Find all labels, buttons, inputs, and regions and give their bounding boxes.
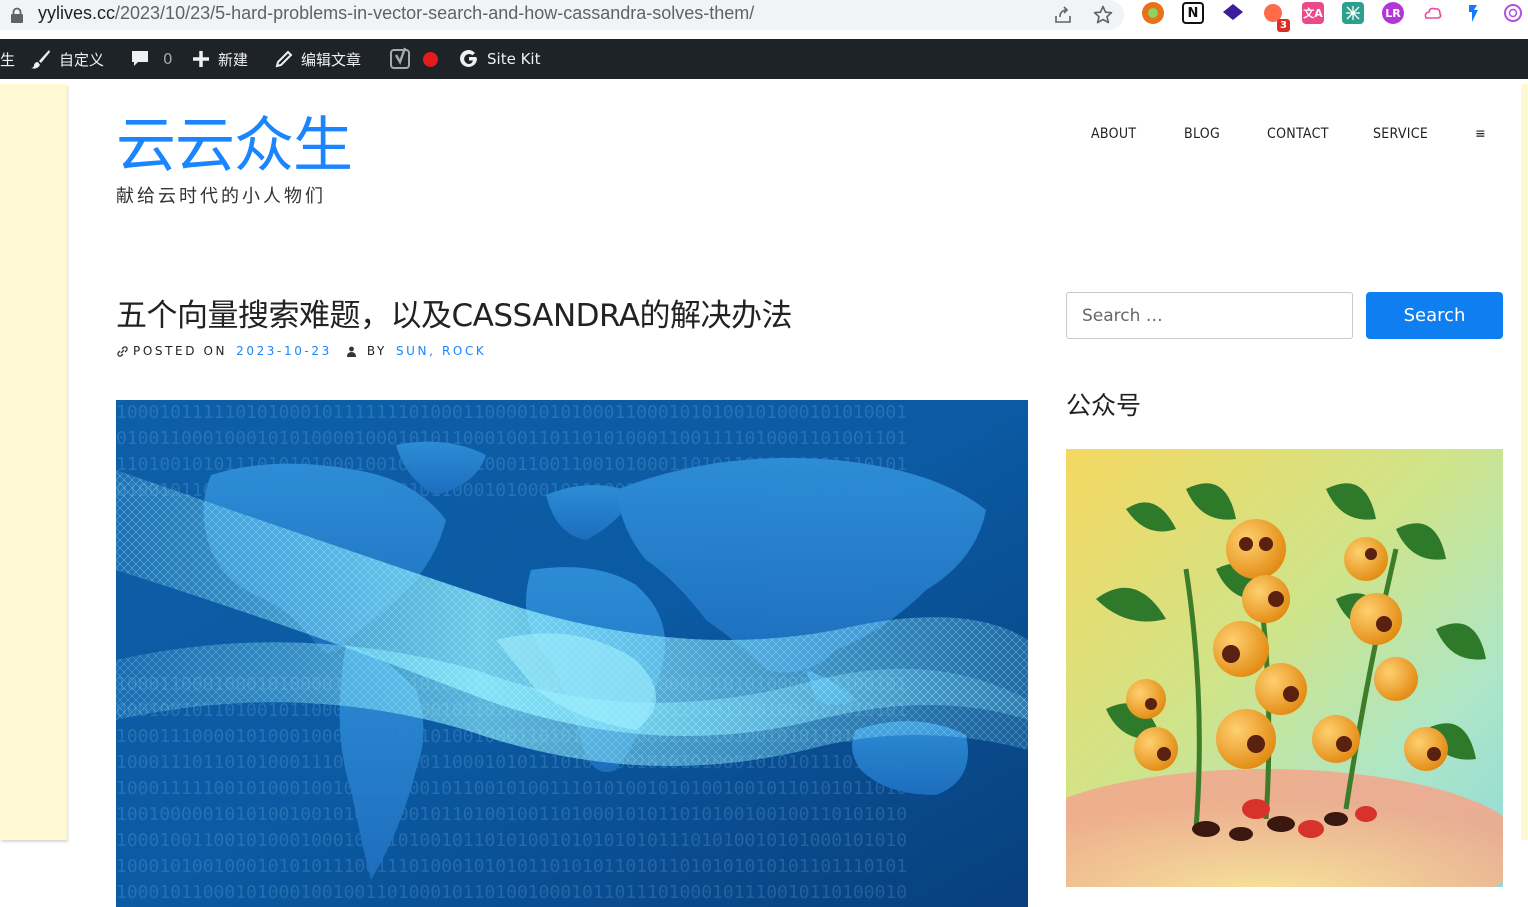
- notion-icon[interactable]: N: [1182, 2, 1204, 24]
- wp-admin-bar: 生 自定义 0 新建 编辑文章 Site Kit: [0, 39, 1528, 79]
- by-label: BY: [366, 344, 387, 358]
- widget-title: 公众号: [1066, 391, 1142, 420]
- admin-comments-button[interactable]: 0: [130, 39, 173, 79]
- extension-badge: 3: [1277, 19, 1290, 32]
- admin-yoast-button[interactable]: [390, 39, 438, 79]
- url-text[interactable]: yylives.cc/2023/10/23/5-hard-problems-in…: [38, 3, 754, 24]
- admin-new-button[interactable]: 新建: [191, 39, 248, 79]
- comment-bubble-icon: [132, 51, 148, 66]
- post-meta: POSTED ON 2023-10-23 BY SUN, ROCK: [116, 344, 486, 358]
- browser-toolbar: yylives.cc/2023/10/23/5-hard-problems-in…: [0, 0, 1528, 39]
- openai-extension-icon[interactable]: [1502, 2, 1524, 24]
- cloud-extension-icon[interactable]: [1422, 2, 1444, 24]
- right-side-panel: [1521, 84, 1528, 840]
- plus-icon: [193, 51, 209, 67]
- post-title: 五个向量搜索难题，以及CASSANDRA的解决办法: [116, 298, 793, 334]
- svg-text:100011101101010001110001100101: 1000111011010100011100011001011000101011…: [116, 752, 907, 773]
- svg-text:100011111001010001001001101001: 1000111110010100010010011010010110010100…: [116, 778, 907, 799]
- nav-item-about[interactable]: ABOUT: [1091, 126, 1136, 142]
- left-side-panel: [0, 84, 67, 840]
- admin-sitekit-label: Site Kit: [487, 50, 541, 68]
- admin-customize-label: 自定义: [59, 50, 105, 69]
- lr-extension-icon[interactable]: LR: [1382, 2, 1404, 24]
- url-host: yylives.cc: [38, 3, 116, 23]
- posted-on-label: POSTED ON: [133, 344, 228, 358]
- admin-new-label: 新建: [218, 50, 249, 69]
- google-g-icon: [460, 49, 477, 67]
- search-input[interactable]: [1066, 292, 1353, 339]
- admin-sitekit-button[interactable]: Site Kit: [458, 39, 540, 79]
- layers-extension-icon[interactable]: [1222, 2, 1244, 24]
- svg-text:100010011001010001000101010100: 1000100110010100010001010101001011010100…: [116, 830, 907, 851]
- pencil-icon: [275, 50, 293, 68]
- post-featured-image: 1000101111101010001011111110100011000010…: [116, 400, 1028, 907]
- nav-item-blog[interactable]: BLOG: [1184, 126, 1220, 142]
- flag-extension-icon[interactable]: [1462, 2, 1484, 24]
- site-title[interactable]: 云云众生: [116, 106, 353, 186]
- lock-icon: [11, 7, 23, 23]
- site-tagline: 献给云时代的小人物们: [116, 186, 326, 207]
- extension-circle-icon[interactable]: [1142, 2, 1164, 24]
- nav-item-service[interactable]: SERVICE: [1373, 126, 1428, 142]
- admin-edit-post-button[interactable]: 编辑文章: [274, 39, 361, 79]
- share-icon[interactable]: [1052, 4, 1074, 26]
- grid-extension-icon[interactable]: [1342, 2, 1364, 24]
- url-path: /2023/10/23/5-hard-problems-in-vector-se…: [115, 3, 755, 23]
- bookmark-star-icon[interactable]: [1092, 4, 1114, 26]
- flower-extension-icon[interactable]: 3: [1262, 2, 1290, 32]
- menu-toggle-icon[interactable]: ≡: [1475, 126, 1486, 142]
- svg-text:010011000100010101000010001010: 0100110001000101010000100010101100010011…: [116, 428, 907, 449]
- svg-text:100010110001010001001001101000: 1000101100010100010010011010001011010010…: [116, 882, 907, 903]
- admin-edit-post-label: 编辑文章: [301, 50, 362, 69]
- yoast-icon: [390, 47, 410, 69]
- link-icon: [117, 345, 128, 357]
- paintbrush-icon: [31, 50, 50, 69]
- admin-site-name[interactable]: 生: [0, 39, 15, 79]
- translate-icon[interactable]: 文A: [1302, 2, 1324, 24]
- svg-text:100010100100010101011100111010: 1000101001000101010111001110100010101011…: [116, 856, 907, 877]
- nav-item-contact[interactable]: CONTACT: [1267, 126, 1329, 142]
- wechat-qr-illustration: [1066, 449, 1503, 887]
- address-bar[interactable]: yylives.cc/2023/10/23/5-hard-problems-in…: [0, 0, 1124, 30]
- svg-text:100100000101010010010101010010: 1001000001010100100101010100101101001001…: [116, 804, 907, 825]
- admin-comments-count: 0: [163, 50, 173, 68]
- search-button[interactable]: Search: [1366, 292, 1503, 339]
- post-date-link[interactable]: 2023-10-23: [236, 344, 332, 358]
- admin-site-label: 生: [0, 50, 16, 69]
- seo-status-dot-icon: [423, 51, 438, 67]
- admin-customize-button[interactable]: 自定义: [30, 39, 104, 79]
- user-icon: [346, 346, 356, 357]
- post-author-link[interactable]: SUN, ROCK: [396, 344, 486, 358]
- svg-text:100010111110101000101111111010: 1000101111101010001011111110100011000010…: [116, 402, 907, 423]
